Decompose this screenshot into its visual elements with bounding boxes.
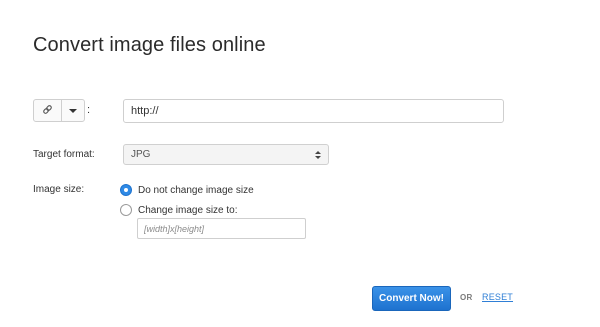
radio-resize-label: Change image size to:: [138, 204, 238, 216]
radio-no-resize-label: Do not change image size: [138, 184, 254, 196]
source-separator: :: [87, 104, 91, 116]
chevron-down-icon: [69, 108, 78, 113]
reset-link[interactable]: RESET: [482, 292, 513, 302]
url-input[interactable]: [123, 99, 504, 123]
radio-button-checked[interactable]: [120, 184, 132, 196]
link-source-button[interactable]: [34, 100, 63, 121]
image-size-label: Image size:: [33, 184, 85, 195]
target-format-select[interactable]: JPG: [123, 144, 329, 165]
sort-arrows-icon: [315, 150, 321, 159]
target-format-label: Target format:: [33, 149, 95, 160]
image-size-input[interactable]: [137, 218, 306, 239]
page-title: Convert image files online: [33, 34, 266, 56]
convert-now-button[interactable]: Convert Now!: [372, 286, 451, 311]
or-separator: OR: [460, 293, 473, 302]
target-format-value: JPG: [131, 149, 151, 160]
radio-no-resize[interactable]: Do not change image size: [120, 184, 254, 196]
radio-resize[interactable]: Change image size to:: [120, 204, 238, 216]
source-type-selector[interactable]: [33, 99, 85, 122]
source-dropdown-button[interactable]: [62, 100, 84, 121]
radio-button-unchecked[interactable]: [120, 204, 132, 216]
link-icon: [42, 102, 53, 120]
